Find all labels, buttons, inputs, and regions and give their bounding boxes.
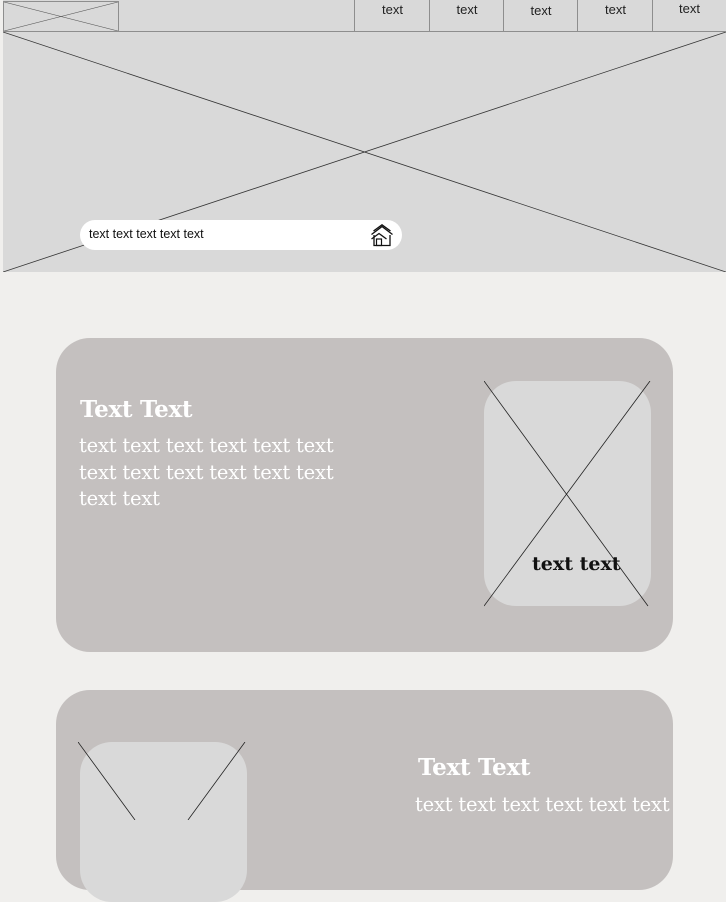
nav-item-2[interactable]: text <box>429 0 504 32</box>
logo-placeholder-cross <box>4 2 118 31</box>
card-1-text-line-3: text text <box>79 487 160 510</box>
search-input[interactable]: text text text text text <box>89 227 204 241</box>
nav-item-3[interactable]: text <box>503 0 578 32</box>
card-1-image-caption: text text <box>532 553 621 575</box>
card-2-title: Text Text <box>418 754 531 781</box>
card-2-image-cross <box>78 742 246 820</box>
card-2-text-line-1: text text text text text text <box>415 793 670 816</box>
card-1-text: text text text text text text text text … <box>79 433 339 513</box>
card-1-text-line-1: text text text text text text <box>79 434 334 457</box>
home-icon[interactable] <box>370 224 394 248</box>
search-bar[interactable]: text text text text text <box>80 220 402 250</box>
nav-item-5[interactable]: text <box>652 0 726 32</box>
nav-item-1[interactable]: text <box>354 0 430 32</box>
logo-placeholder[interactable] <box>3 1 119 32</box>
card-2-text: text text text text text text <box>415 792 670 819</box>
nav-item-4[interactable]: text <box>577 0 653 32</box>
card-1-text-line-2: text text text text text text <box>79 460 334 484</box>
card-1-title: Text Text <box>80 396 193 423</box>
